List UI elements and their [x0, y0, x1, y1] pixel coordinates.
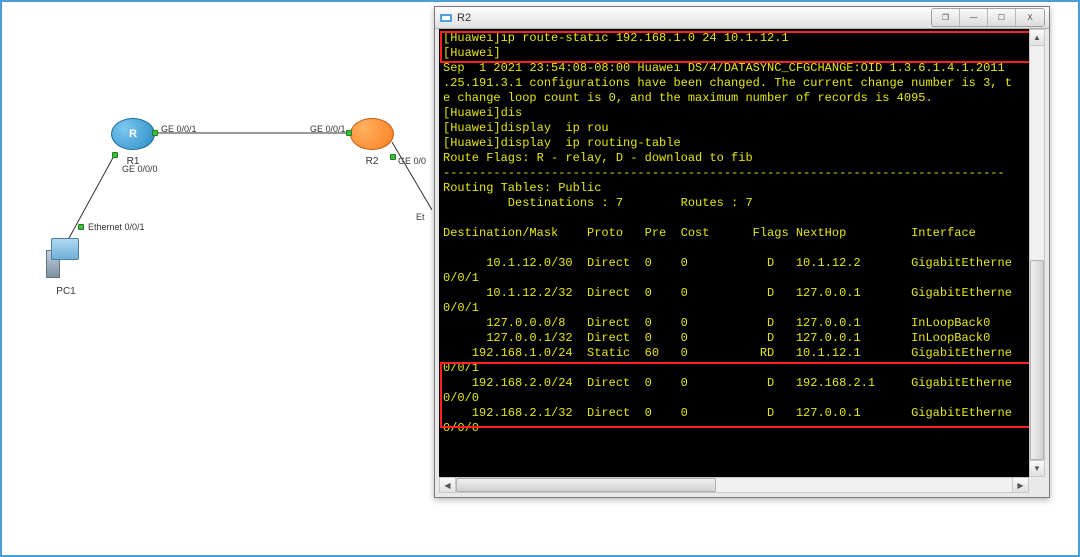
link-dot — [346, 130, 352, 136]
scroll-right-button[interactable]: ▶ — [1012, 478, 1028, 492]
vertical-scrollbar[interactable]: ▲ ▼ — [1029, 29, 1045, 477]
scroll-track[interactable] — [1030, 46, 1044, 460]
link-dot — [78, 224, 84, 230]
terminal-output[interactable]: [Huawei]ip route-static 192.168.1.0 24 1… — [439, 29, 1045, 477]
terminal-window-r2[interactable]: R2 ❐ — ☐ X [Huawei]ip route-static 192.1… — [434, 6, 1050, 498]
link-dot — [112, 152, 118, 158]
interface-label: GE 0/0/1 — [310, 124, 346, 134]
pc1[interactable]: PC1 — [46, 238, 86, 286]
close-button[interactable]: X — [1016, 9, 1044, 26]
resize-grip[interactable] — [1029, 477, 1045, 493]
titlebar[interactable]: R2 ❐ — ☐ X — [435, 7, 1049, 29]
horizontal-scrollbar[interactable]: ◀ ▶ — [439, 477, 1029, 493]
pc1-label: PC1 — [56, 286, 75, 297]
router-icon — [350, 118, 394, 150]
link-dot — [390, 154, 396, 160]
router-icon: R — [111, 118, 155, 150]
restore-button[interactable]: ❐ — [932, 9, 960, 26]
maximize-button[interactable]: ☐ — [988, 9, 1016, 26]
interface-label: Ethernet 0/0/1 — [88, 222, 145, 232]
interface-label: GE 0/0/0 — [122, 164, 158, 174]
pc-icon — [46, 238, 84, 282]
scroll-up-button[interactable]: ▲ — [1030, 30, 1044, 46]
router-r2[interactable]: R2 — [350, 118, 394, 156]
scroll-thumb[interactable] — [1030, 260, 1044, 460]
window-controls: ❐ — ☐ X — [931, 8, 1045, 27]
minimize-button[interactable]: — — [960, 9, 988, 26]
app-icon — [439, 11, 453, 25]
scroll-left-button[interactable]: ◀ — [440, 478, 456, 492]
router-r1[interactable]: R R1 — [111, 118, 155, 156]
router-letter: R — [129, 128, 137, 140]
interface-label: GE 0/0 — [398, 156, 426, 166]
interface-label: Et — [416, 212, 425, 222]
scroll-down-button[interactable]: ▼ — [1030, 460, 1044, 476]
scroll-track[interactable] — [456, 478, 1012, 492]
router-r2-label: R2 — [366, 156, 379, 167]
interface-label: GE 0/0/1 — [161, 124, 197, 134]
link-dot — [152, 130, 158, 136]
scroll-thumb[interactable] — [456, 478, 716, 492]
topology-canvas[interactable]: R R1 GE 0/0/1 GE 0/0/0 R2 GE 0/0/1 GE 0/… — [0, 0, 1080, 557]
